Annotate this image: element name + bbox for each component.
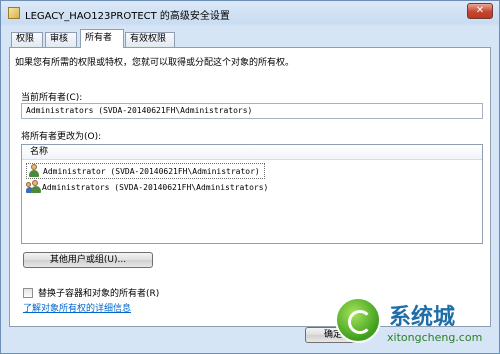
other-users-or-groups-button[interactable]: 其他用户或组(U)... bbox=[23, 252, 153, 268]
intro-text: 如果您有所需的权限或特权，您就可以取得或分配这个对象的所有权。 bbox=[15, 58, 295, 68]
site-watermark: 系统城 xitongcheng.com bbox=[329, 293, 499, 353]
tab-permissions[interactable]: 权限 bbox=[11, 32, 43, 47]
close-button[interactable]: ✕ bbox=[467, 3, 493, 19]
owner-candidates-list[interactable]: 名称 Administrator (SVDA-20140621FH\Admini… bbox=[21, 144, 483, 244]
title-bar: LEGACY_HAO123PROTECT 的高级安全设置 ✕ bbox=[1, 1, 499, 25]
current-owner-label: 当前所有者(C): bbox=[21, 93, 83, 103]
group-icon bbox=[26, 180, 41, 194]
list-item-label: Administrator (SVDA-20140621FH\Administr… bbox=[43, 166, 260, 176]
user-icon bbox=[27, 164, 41, 178]
list-item[interactable]: Administrator (SVDA-20140621FH\Administr… bbox=[26, 163, 265, 179]
tab-owner[interactable]: 所有者 bbox=[80, 29, 124, 48]
ownership-help-link[interactable]: 了解对象所有权的详细信息 bbox=[23, 301, 131, 314]
dialog-window: LEGACY_HAO123PROTECT 的高级安全设置 ✕ 权限 审核 所有者… bbox=[0, 0, 500, 354]
replace-owner-checkbox[interactable] bbox=[23, 287, 33, 298]
security-folder-icon bbox=[8, 7, 20, 19]
change-owner-label: 将所有者更改为(O): bbox=[21, 132, 102, 142]
watermark-url: xitongcheng.com bbox=[387, 331, 483, 344]
tab-auditing[interactable]: 审核 bbox=[45, 32, 77, 47]
list-item[interactable]: Administrators (SVDA-20140621FH\Administ… bbox=[26, 179, 268, 195]
tab-effective-permissions[interactable]: 有效权限 bbox=[125, 32, 175, 47]
current-owner-field: Administrators (SVDA-20140621FH\Administ… bbox=[21, 103, 483, 119]
watermark-logo-icon bbox=[335, 297, 381, 343]
window-title: LEGACY_HAO123PROTECT 的高级安全设置 bbox=[25, 11, 230, 22]
replace-owner-checkbox-row[interactable]: 替换子容器和对象的所有者(R) bbox=[23, 286, 159, 299]
watermark-brand: 系统城 bbox=[389, 305, 456, 330]
list-item-label: Administrators (SVDA-20140621FH\Administ… bbox=[42, 182, 269, 192]
replace-owner-label: 替换子容器和对象的所有者(R) bbox=[38, 289, 160, 299]
list-column-header-name[interactable]: 名称 bbox=[22, 145, 482, 160]
